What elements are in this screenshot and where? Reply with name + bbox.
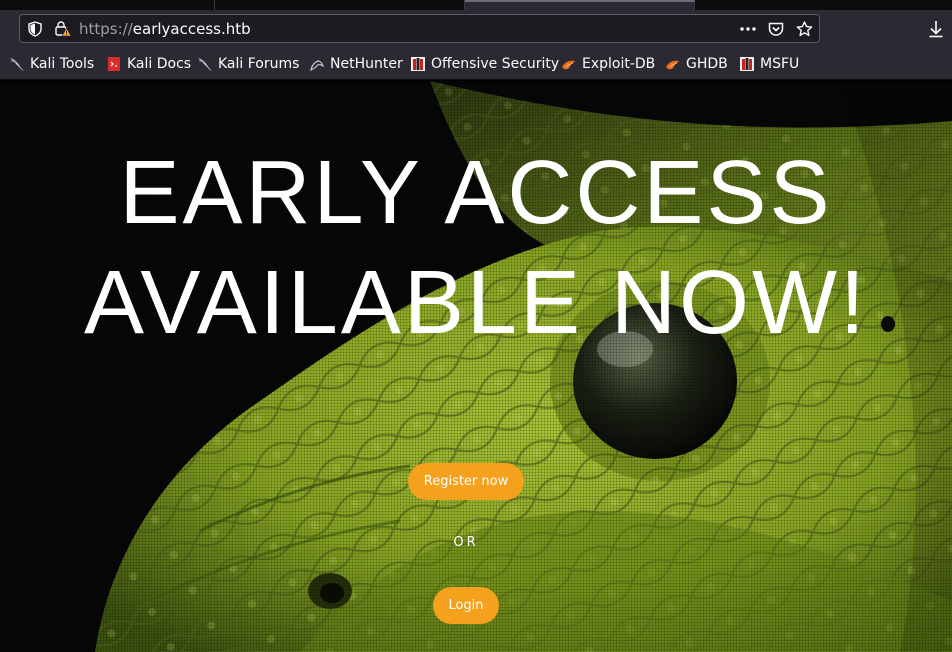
url-host: earlyaccess.htb	[132, 20, 251, 38]
exploitdb-icon	[665, 56, 681, 72]
url-actions	[739, 19, 813, 39]
bookmarks-toolbar: Kali Tools Kali Docs Kali Forums NetHunt…	[0, 48, 952, 80]
ellipsis-icon[interactable]	[739, 20, 757, 38]
bookmark-kali-tools[interactable]: Kali Tools	[9, 54, 94, 74]
bookmark-nethunter[interactable]: NetHunter	[309, 54, 403, 74]
bookmark-kali-docs[interactable]: Kali Docs	[106, 54, 191, 74]
kali-dragon-icon	[197, 56, 213, 72]
page-content: EARLY ACCESS AVAILABLE NOW! Register now…	[0, 81, 952, 652]
login-button[interactable]: Login	[433, 587, 499, 624]
register-now-button[interactable]: Register now	[408, 463, 524, 500]
bookmark-label: Kali Forums	[218, 56, 300, 72]
url-scheme: https://	[79, 20, 133, 38]
bookmark-offensive-security[interactable]: Offensive Security	[410, 54, 559, 74]
exploitdb-icon	[561, 56, 577, 72]
bookmark-kali-forums[interactable]: Kali Forums	[197, 54, 299, 74]
download-arrow-icon[interactable]	[924, 17, 948, 41]
url-bar[interactable]: https://earlyaccess.htb	[19, 14, 820, 43]
kali-dragon-icon	[9, 56, 25, 72]
hero-title-line-2: AVAILABLE NOW!	[84, 253, 868, 353]
offsec-icon	[410, 56, 426, 72]
star-icon[interactable]	[795, 20, 813, 38]
bookmark-label: NetHunter	[330, 56, 403, 72]
navigation-bar: https://earlyaccess.htb	[0, 10, 952, 48]
nethunter-icon	[309, 56, 325, 72]
bookmark-label: MSFU	[760, 56, 800, 72]
tracking-protection-shield-icon[interactable]	[28, 21, 42, 37]
browser-tab[interactable]	[0, 0, 215, 10]
kali-docs-icon	[106, 56, 122, 72]
hero-title-line-1: EARLY ACCESS	[119, 143, 833, 243]
browser-tab[interactable]	[215, 0, 465, 10]
bookmark-label: Kali Docs	[127, 56, 192, 72]
or-separator: OR	[453, 535, 479, 550]
bookmark-label: Offensive Security	[431, 56, 560, 72]
bookmark-label: Kali Tools	[30, 56, 95, 72]
browser-tab-active[interactable]	[465, 0, 695, 10]
pocket-icon[interactable]	[767, 20, 785, 38]
bookmark-ghdb[interactable]: GHDB	[665, 54, 728, 74]
bookmark-msfu[interactable]: MSFU	[739, 54, 799, 74]
bookmark-label: Exploit-DB	[582, 56, 656, 72]
insecure-lock-icon[interactable]	[54, 20, 72, 38]
url-text[interactable]: https://earlyaccess.htb	[79, 20, 251, 38]
bookmark-label: GHDB	[686, 56, 728, 72]
tab-strip	[0, 0, 952, 10]
bookmark-exploit-db[interactable]: Exploit-DB	[561, 54, 655, 74]
offsec-icon	[739, 56, 755, 72]
